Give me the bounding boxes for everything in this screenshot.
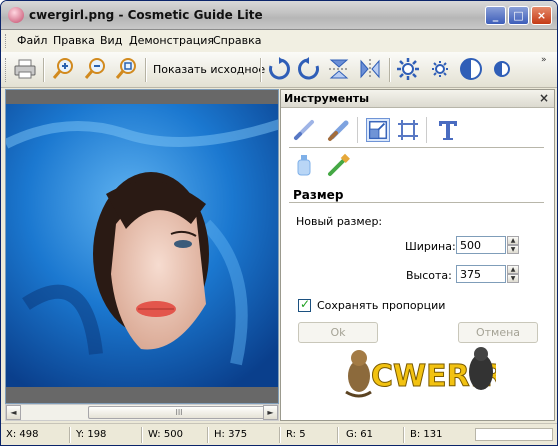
rotate-cw-icon[interactable] — [267, 57, 291, 81]
flip-horizontal-icon[interactable] — [358, 57, 382, 81]
menu-help[interactable]: Справка — [213, 34, 261, 47]
photo-image — [6, 104, 278, 387]
image-canvas[interactable] — [5, 89, 279, 404]
ok-button[interactable]: Ok — [298, 322, 378, 343]
status-separator — [279, 427, 281, 443]
keep-proportions-label: Сохранять пропорции — [317, 299, 446, 312]
status-separator — [337, 427, 339, 443]
brush-icon[interactable] — [292, 118, 316, 142]
scroll-thumb[interactable]: III — [88, 406, 270, 419]
toolbar-separator — [260, 58, 262, 82]
height-input[interactable] — [456, 265, 506, 283]
scroll-right-button[interactable]: ► — [263, 405, 278, 420]
brightness-up-icon[interactable] — [396, 57, 420, 81]
width-label: Ширина: — [405, 240, 456, 253]
toolbar-separator — [43, 58, 45, 82]
keep-proportions-checkbox[interactable]: ✓ — [298, 297, 311, 312]
menu-edit[interactable]: Правка — [53, 34, 95, 47]
menu-file[interactable]: Файл — [17, 34, 47, 47]
status-separator — [141, 427, 143, 443]
status-separator — [207, 427, 209, 443]
resize-icon[interactable] — [366, 118, 390, 142]
status-height: H: 375 — [214, 429, 248, 440]
status-separator — [403, 427, 405, 443]
panel-separator — [357, 117, 358, 143]
window-title: cwergirl.png - Cosmetic Guide Lite — [29, 8, 263, 22]
toothbrush-icon[interactable] — [327, 153, 351, 177]
cancel-button[interactable]: Отмена — [458, 322, 538, 343]
scroll-left-button[interactable]: ◄ — [6, 405, 21, 420]
spin-up-icon[interactable]: ▲ — [507, 236, 519, 245]
bottle-icon[interactable] — [292, 153, 316, 177]
check-icon: ✓ — [300, 297, 311, 311]
contrast-up-icon[interactable] — [459, 57, 483, 81]
status-x: X: 498 — [6, 429, 39, 440]
status-progress — [475, 428, 553, 441]
zoom-fit-icon[interactable] — [114, 57, 138, 81]
menu-view[interactable]: Вид — [100, 34, 122, 47]
panel-separator — [426, 117, 427, 143]
status-blue: B: 131 — [410, 429, 443, 440]
crop-icon[interactable] — [396, 118, 420, 142]
panel-divider — [289, 147, 544, 148]
menu-bar: Файл Правка Вид Демонстрация Справка — [1, 30, 557, 52]
zoom-out-icon[interactable] — [83, 57, 107, 81]
text-icon[interactable] — [436, 118, 460, 142]
toolbar-separator — [389, 58, 391, 82]
menubar-grip — [5, 34, 9, 48]
show-original-button[interactable]: Показать исходное — [153, 63, 265, 76]
status-bar: X: 498 Y: 198 W: 500 H: 375 R: 5 G: 61 B… — [1, 423, 557, 445]
flip-vertical-icon[interactable] — [327, 57, 351, 81]
minimize-button[interactable]: _ — [485, 6, 506, 25]
section-title: Размер — [293, 188, 344, 202]
cwer-logo: CWER.RU — [345, 347, 496, 398]
app-icon — [8, 7, 24, 23]
new-size-label: Новый размер: — [296, 215, 383, 228]
tools-panel: Инструменты × Размер Новый размер: Ширин… — [280, 89, 555, 421]
status-green: G: 61 — [346, 429, 374, 440]
spin-down-icon[interactable]: ▼ — [507, 274, 519, 283]
maximize-button[interactable]: □ — [508, 6, 529, 25]
brightness-down-icon[interactable] — [428, 57, 452, 81]
spin-down-icon[interactable]: ▼ — [507, 245, 519, 254]
close-button[interactable]: × — [531, 6, 552, 25]
status-separator — [69, 427, 71, 443]
status-y: Y: 198 — [76, 429, 107, 440]
spin-up-icon[interactable]: ▲ — [507, 265, 519, 274]
toolbar-separator — [145, 58, 147, 82]
width-input[interactable] — [456, 236, 506, 254]
tools-panel-header: Инструменты × — [281, 90, 554, 108]
status-red: R: 5 — [286, 429, 306, 440]
horizontal-scrollbar[interactable]: ◄ III ► — [5, 404, 279, 421]
print-icon[interactable] — [13, 57, 37, 81]
app-window: cwergirl.png - Cosmetic Guide Lite _ □ ×… — [0, 0, 558, 446]
menu-demo[interactable]: Демонстрация — [129, 34, 214, 47]
contrast-down-icon[interactable] — [490, 57, 514, 81]
width-spinner[interactable]: ▲ ▼ — [507, 236, 519, 254]
toolbar: Показать исходное » — [1, 52, 557, 88]
toolbar-overflow-button[interactable]: » — [541, 55, 547, 65]
height-label: Высота: — [406, 269, 452, 282]
zoom-in-icon[interactable] — [51, 57, 75, 81]
status-width: W: 500 — [148, 429, 183, 440]
section-divider — [289, 202, 544, 203]
tools-panel-title: Инструменты — [284, 92, 370, 105]
tools-panel-close-button[interactable]: × — [539, 91, 549, 105]
height-spinner[interactable]: ▲ ▼ — [507, 265, 519, 283]
title-bar[interactable]: cwergirl.png - Cosmetic Guide Lite _ □ × — [1, 1, 557, 30]
erase-brush-icon[interactable] — [327, 118, 351, 142]
toolbar-grip — [5, 58, 9, 82]
rotate-ccw-icon[interactable] — [297, 57, 321, 81]
